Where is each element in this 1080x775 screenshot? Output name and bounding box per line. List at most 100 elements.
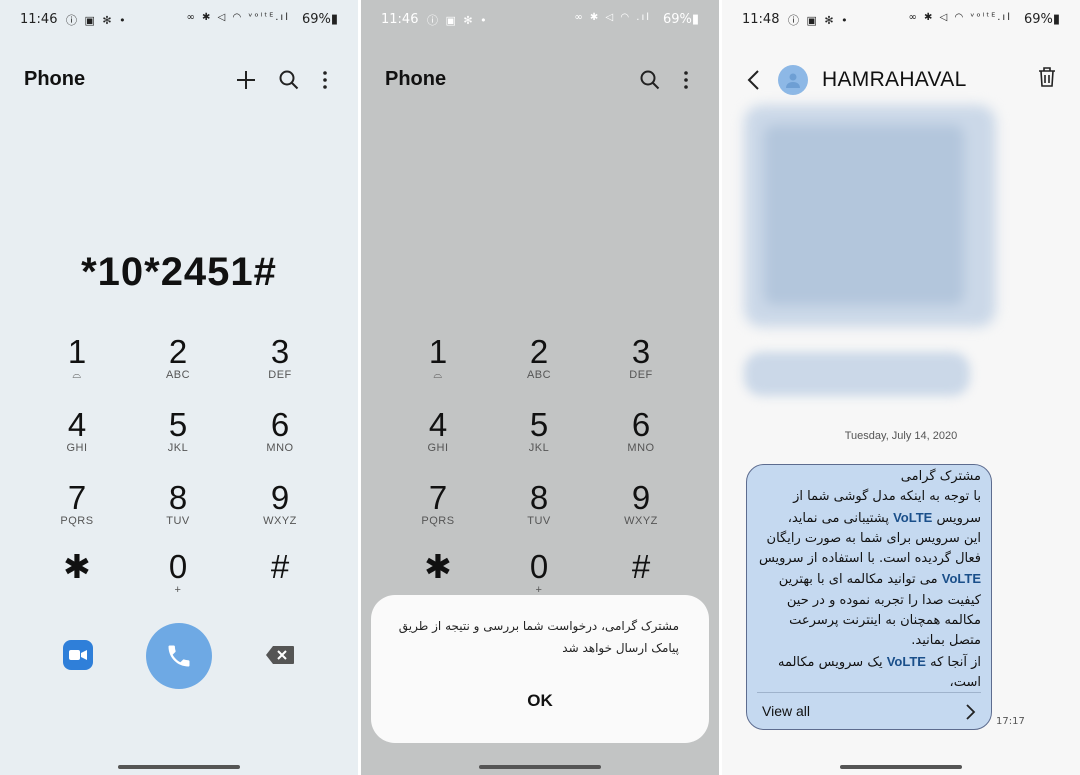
key-5[interactable]: 5 JKL [499,408,579,468]
home-indicator[interactable] [118,765,240,769]
message-fragment: سرویس [932,510,981,526]
key-7[interactable]: 7 PQRS [37,481,117,541]
status-notification-icons: ⓘ ▣ ✻ • [66,14,128,27]
status-time: 11:48 [742,12,780,27]
key-7[interactable]: 7 PQRS [398,481,478,541]
chevron-right-icon[interactable] [963,703,977,721]
home-indicator[interactable] [840,765,962,769]
key-digit: 6 [631,406,651,443]
message-fragment: می توانید مکالمه ای با بهترین [778,572,942,588]
key-letters: WXYZ [624,515,658,527]
video-call-button[interactable] [63,640,93,670]
call-button[interactable] [146,623,212,689]
more-vertical-icon [323,71,327,89]
view-all-link[interactable]: View all [762,703,810,719]
key-digit: 9 [631,479,651,516]
key-digit: 2 [168,333,188,370]
more-options-button[interactable] [672,66,700,94]
key-letters: JKL [528,442,550,454]
key-0[interactable]: 0 + [138,550,218,610]
status-notification-icons: ⓘ ▣ ✻ • [788,14,850,27]
message-line: این سرویس برای شما به صورت رایگان [766,530,981,546]
key-digit: 4 [428,406,448,443]
back-button[interactable] [744,68,764,92]
battery-indicator: 69%▮ [301,12,338,27]
key-letters: ABC [526,369,552,381]
key-2[interactable]: 2 ABC [138,335,218,395]
key-letters: WXYZ [263,515,297,527]
volte-term: VoLTE [886,653,926,669]
dialed-number[interactable]: *10*2451# [0,250,358,295]
key-digit: 1 [428,333,448,370]
message-line: مکالمه همچنان به اینترنت پرسرعت [789,613,981,629]
key-2[interactable]: 2 ABC [499,335,579,395]
more-options-button[interactable] [311,66,339,94]
key-3[interactable]: 3 DEF [601,335,681,395]
more-vertical-icon [684,71,688,89]
dialer-screen-with-dialog: 11:46 ⓘ ▣ ✻ • ∞ ✱ ◁ ◠ .ıl 69%▮ Phone 1 ⌓ … [361,0,719,775]
key-9[interactable]: 9 WXYZ [240,481,320,541]
message-bubble[interactable]: مشترک گرامی با توجه به اینکه مدل گوشی شم… [746,464,992,730]
key-8[interactable]: 8 TUV [138,481,218,541]
key-letters: TUV [527,515,551,527]
search-button[interactable] [636,66,664,94]
message-line: با توجه به اینکه مدل گوشی شما از [793,489,981,505]
key-digit: 6 [270,406,290,443]
key-3[interactable]: 3 DEF [240,335,320,395]
status-time: 11:46 [20,12,58,27]
key-1[interactable]: 1 ⌓ [37,335,117,395]
key-9[interactable]: 9 WXYZ [601,481,681,541]
bubble-divider [757,692,981,693]
key-5[interactable]: 5 JKL [138,408,218,468]
key-letters: DEF [268,369,292,381]
key-digit: 7 [67,479,87,516]
key-digit: 4 [67,406,87,443]
key-digit: 3 [631,333,651,370]
key-letters: MNO [627,442,655,454]
person-icon [786,73,800,88]
app-title: Phone [24,68,86,90]
key-digit: 7 [428,479,448,516]
volte-term: VoLTE [893,509,933,525]
message-line: سرویس VoLTE پشتیبانی می نماید، [757,508,981,529]
key-4[interactable]: 4 GHI [37,408,117,468]
backspace-button[interactable] [264,643,296,667]
key-star[interactable]: ✱ [37,550,117,610]
search-icon [279,70,299,90]
message-line: مشترک گرامی [900,469,981,484]
key-letters: MNO [266,442,294,454]
key-6[interactable]: 6 MNO [240,408,320,468]
blurred-message [744,352,970,396]
key-8[interactable]: 8 TUV [499,481,579,541]
message-line: فعال گردیده است. با استفاده از سرویس [758,551,981,567]
contact-name[interactable]: HAMRAHAVAL [822,68,967,92]
home-indicator[interactable] [479,765,601,769]
status-system-icons: ∞ ✱ ◁ ◠ ᵛᵒˡᵗᴱ.ıl [908,12,1012,23]
message-conversation-screen: 11:48 ⓘ ▣ ✻ • ∞ ✱ ◁ ◠ ᵛᵒˡᵗᴱ.ıl 69%▮ HAMR… [722,0,1080,775]
key-digit: 0 [529,548,549,585]
key-letters: DEF [629,369,653,381]
key-1[interactable]: 1 ⌓ [398,335,478,395]
key-letters: GHI [427,442,449,454]
trash-icon [1039,67,1055,87]
back-arrow-icon [747,70,759,90]
key-digit: ✱ [63,548,91,585]
add-contact-button[interactable] [232,66,260,94]
ussd-result-dialog: مشترک گرامی، درخواست شما بررسی و نتیجه ا… [371,595,709,743]
key-hash[interactable]: # [240,550,320,610]
ok-button[interactable]: OK [371,691,709,711]
delete-button[interactable] [1036,66,1060,90]
key-digit: 5 [529,406,549,443]
status-system-icons: ∞ ✱ ◁ ◠ ᵛᵒˡᵗᴱ.ıl [186,12,290,23]
search-button[interactable] [275,66,303,94]
status-notification-icons: ⓘ ▣ ✻ • [427,14,489,27]
key-6[interactable]: 6 MNO [601,408,681,468]
key-letters: ABC [165,369,191,381]
key-letters: + [174,584,182,596]
phone-icon [168,645,190,667]
key-digit: 8 [529,479,549,516]
contact-avatar[interactable] [778,65,808,95]
key-4[interactable]: 4 GHI [398,408,478,468]
dialog-message: مشترک گرامی، درخواست شما بررسی و نتیجه ا… [398,619,679,655]
key-digit: 3 [270,333,290,370]
